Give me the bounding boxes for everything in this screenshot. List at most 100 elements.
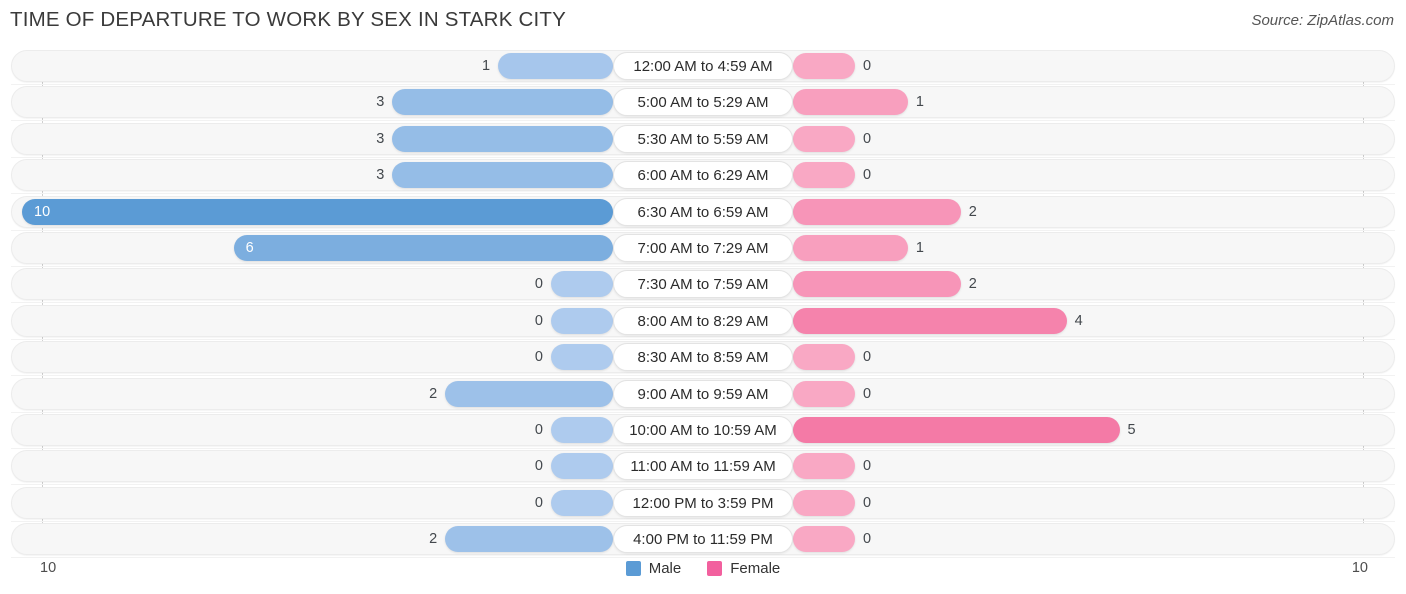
page-title: TIME OF DEPARTURE TO WORK BY SEX IN STAR… [10,8,566,31]
table-row[interactable]: 2 0 9:00 AM to 9:59 AM [0,377,1406,413]
bar-male[interactable] [392,162,613,189]
bar-male[interactable] [551,489,613,516]
table-row[interactable]: 6 1 7:00 AM to 7:29 AM [0,231,1406,267]
bar-female[interactable] [793,234,908,261]
bar-female[interactable] [793,89,908,116]
bar-male-fill [551,489,613,516]
bar-male[interactable] [392,125,613,152]
table-row[interactable]: 0 0 11:00 AM to 11:59 AM [0,450,1406,486]
bar-female-fill [793,453,855,480]
legend-swatch-icon [707,561,723,576]
table-row[interactable]: 0 5 10:00 AM to 10:59 AM [0,413,1406,449]
row-separator [11,447,1395,449]
table-row[interactable]: 3 1 5:00 AM to 5:29 AM [0,86,1406,122]
bar-value-female: 0 [863,167,872,184]
table-row[interactable]: 0 0 12:00 PM to 3:59 PM [0,486,1406,522]
row-separator [11,520,1395,522]
bar-value-male: 0 [534,494,543,511]
bar-female[interactable] [793,198,961,225]
legend-label: Male [648,560,682,577]
bar-rows: 1 0 12:00 AM to 4:59 AM 3 1 5:00 AM to 5:29 A… [0,50,1406,559]
category-label: 6:00 AM to 6:29 AM [613,161,793,190]
bar-female-fill [793,162,855,189]
category-label: 12:00 PM to 3:59 PM [613,488,793,517]
bar-male-fill [233,234,613,261]
bar-male-fill [551,344,613,371]
category-label: 8:00 AM to 8:29 AM [613,306,793,335]
table-row[interactable]: 0 0 8:30 AM to 8:59 AM [0,341,1406,377]
bar-male[interactable] [551,416,613,443]
category-label: 9:00 AM to 9:59 AM [613,379,793,408]
row-separator [11,484,1395,486]
bar-female[interactable] [793,344,855,371]
bar-female[interactable] [793,307,1067,334]
category-label: 5:30 AM to 5:59 AM [613,124,793,153]
category-label: 4:00 PM to 11:59 PM [613,525,793,554]
bar-female[interactable] [793,162,855,189]
bar-female-fill [793,89,908,116]
bar-value-female: 1 [915,94,924,111]
bar-value-female: 0 [863,385,872,402]
table-row[interactable]: 0 4 8:00 AM to 8:29 AM [0,304,1406,340]
bar-value-female: 0 [863,58,872,74]
bar-value-female: 4 [1074,312,1083,329]
bar-male-fill [392,162,613,189]
bar-male[interactable] [551,453,613,480]
table-row[interactable]: 10 2 6:30 AM to 6:59 AM [0,195,1406,231]
bar-value-female: 0 [863,531,872,548]
bar-female-fill [793,489,855,516]
bar-male[interactable] [551,344,613,371]
bar-value-female: 2 [968,203,977,220]
bar-male[interactable] [551,271,613,298]
bar-male[interactable]: 6 [233,234,613,261]
bar-female[interactable] [793,125,855,152]
table-row[interactable]: 1 0 12:00 AM to 4:59 AM [0,50,1406,85]
bar-value-male: 10 [34,203,51,220]
table-row[interactable]: 0 2 7:30 AM to 7:59 AM [0,268,1406,304]
bar-value-male: 3 [376,167,385,184]
legend-item-female[interactable]: Female [707,560,780,577]
bar-female[interactable] [793,489,855,516]
bar-value-male: 0 [534,349,543,366]
bar-male[interactable] [392,89,613,116]
bar-male-fill [22,198,613,225]
chart-page: TIME OF DEPARTURE TO WORK BY SEX IN STAR… [0,0,1406,594]
row-separator [11,411,1395,413]
bar-male[interactable] [445,380,613,407]
bar-value-female: 0 [863,349,872,366]
row-separator [11,265,1395,267]
bar-male-fill [392,89,613,116]
row-separator [11,375,1395,377]
row-separator [11,84,1395,85]
bar-female[interactable] [793,416,1120,443]
bar-male[interactable] [445,526,613,553]
bar-female-fill [793,307,1067,334]
bar-female[interactable] [793,453,855,480]
table-row[interactable]: 2 0 4:00 PM to 11:59 PM [0,523,1406,559]
plot-area: 1 0 12:00 AM to 4:59 AM 3 1 5:00 AM to 5:29 A… [0,50,1406,559]
category-label: 10:00 AM to 10:59 AM [613,415,793,444]
bar-male[interactable] [551,307,613,334]
bar-female[interactable] [793,526,855,553]
category-label: 11:00 AM to 11:59 AM [613,452,793,481]
bar-female[interactable] [793,271,961,298]
bar-female[interactable] [793,53,855,79]
bar-value-female: 5 [1127,421,1136,438]
bar-value-female: 0 [863,494,872,511]
bar-male[interactable] [498,53,613,79]
bar-value-male: 0 [534,458,543,475]
legend-item-male[interactable]: Male [625,560,682,577]
bar-female-fill [793,526,855,553]
bar-value-female: 2 [968,276,977,293]
legend-label: Female [730,560,781,577]
table-row[interactable]: 3 0 6:00 AM to 6:29 AM [0,159,1406,195]
table-row[interactable]: 3 0 5:30 AM to 5:59 AM [0,122,1406,158]
bar-female-fill [793,271,961,298]
row-separator [11,120,1395,122]
category-label: 8:30 AM to 8:59 AM [613,343,793,372]
bar-value-female: 1 [915,239,924,256]
bar-female[interactable] [793,380,855,407]
bar-value-female: 0 [863,458,872,475]
bar-male[interactable]: 10 [22,198,613,225]
bar-female-fill [793,416,1120,443]
